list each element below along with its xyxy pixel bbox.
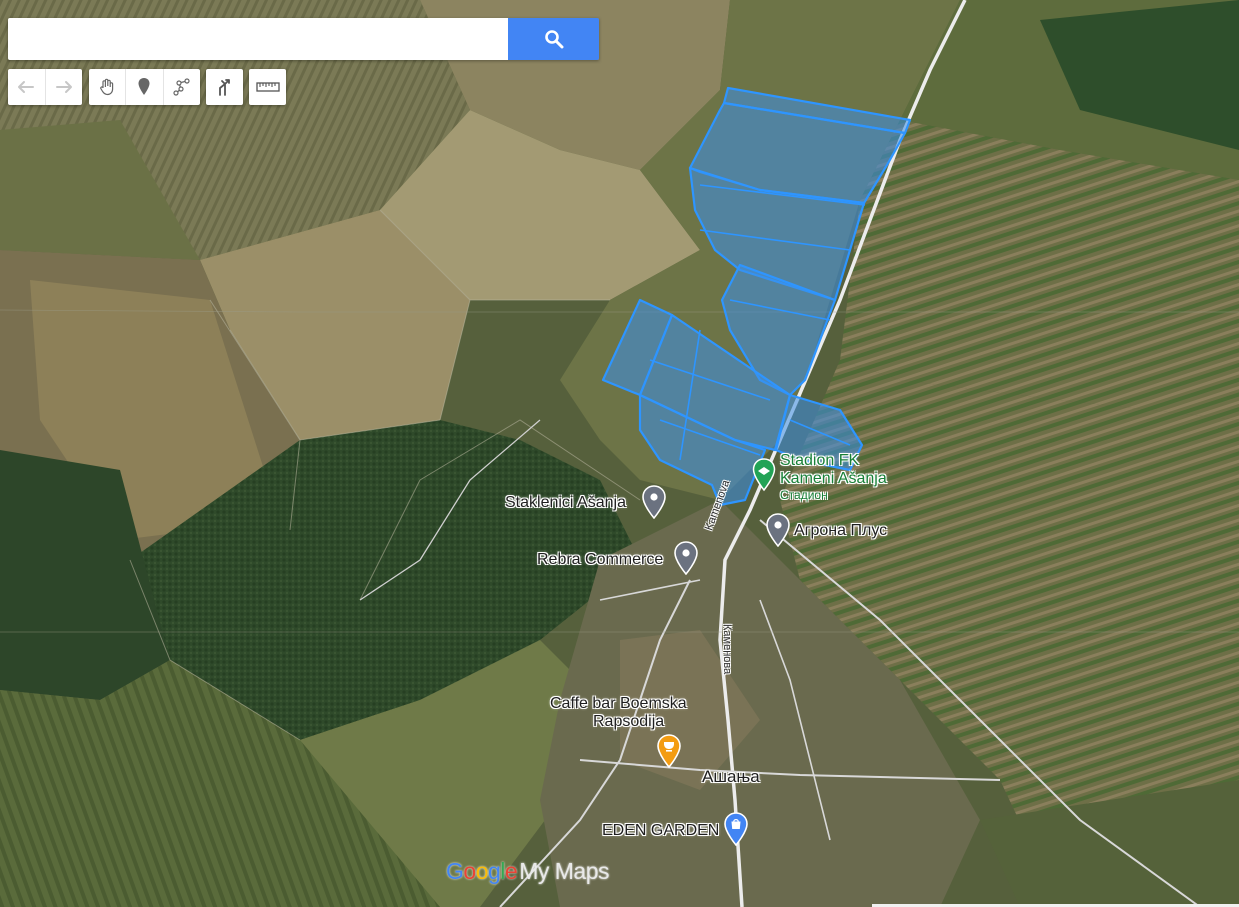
logo-letter-o1: o: [463, 858, 476, 884]
place-label-staklenici[interactable]: Staklenici Ašanja: [505, 494, 626, 512]
undo-icon: [18, 81, 35, 93]
search-icon: [544, 30, 563, 49]
stadium-marker[interactable]: [752, 458, 776, 492]
village-label[interactable]: Ашања: [702, 767, 760, 787]
directions-group: [206, 69, 243, 105]
road-label-cyrillic: Каменова: [721, 624, 733, 675]
logo-letter-g2: g: [487, 858, 501, 884]
draw-line-button[interactable]: [162, 69, 200, 105]
logo-letter-e: e: [504, 858, 518, 884]
search-bar: [8, 18, 599, 60]
draw-line-icon: [173, 78, 190, 96]
measure-group: [249, 69, 286, 105]
place-label-caffe-line2[interactable]: Rapsodija: [593, 713, 664, 731]
draw-tools-group: [89, 69, 200, 105]
redo-icon: [55, 81, 72, 93]
hand-icon: [100, 78, 114, 96]
stadium-name-line1[interactable]: Stadion FK: [780, 452, 859, 470]
undo-button[interactable]: [8, 69, 45, 105]
google-my-maps-logo: GoogleMy Maps: [446, 858, 609, 885]
place-marker-staklenici[interactable]: [641, 485, 667, 519]
pan-button[interactable]: [89, 69, 125, 105]
history-group: [8, 69, 82, 105]
search-input[interactable]: [8, 18, 508, 60]
redo-button[interactable]: [44, 69, 83, 105]
place-marker-agrona[interactable]: [765, 513, 791, 547]
search-button[interactable]: [508, 18, 599, 60]
stadium-name-line2[interactable]: Kameni Ašanja: [780, 470, 887, 488]
measure-button[interactable]: [249, 69, 286, 105]
place-marker-rebra[interactable]: [673, 541, 699, 575]
place-label-caffe-line1[interactable]: Caffe bar Boemska: [550, 695, 687, 713]
satellite-map[interactable]: [0, 0, 1239, 907]
place-label-eden[interactable]: EDEN GARDEN: [602, 822, 719, 840]
route-icon: [218, 79, 230, 96]
stadium-category: Стадион: [780, 488, 828, 502]
cafe-marker[interactable]: [656, 734, 682, 768]
shop-marker[interactable]: [723, 812, 749, 846]
logo-letter-g: G: [446, 858, 464, 884]
add-marker-button[interactable]: [125, 69, 162, 105]
marker-icon: [138, 78, 150, 95]
logo-letter-o2: o: [475, 858, 489, 884]
place-label-agrona[interactable]: Агрона Плус: [794, 522, 887, 540]
logo-product-name: My Maps: [519, 858, 609, 884]
place-label-rebra[interactable]: Rebra Commerce: [537, 551, 663, 569]
ruler-icon: [255, 82, 280, 92]
directions-button[interactable]: [206, 69, 243, 105]
